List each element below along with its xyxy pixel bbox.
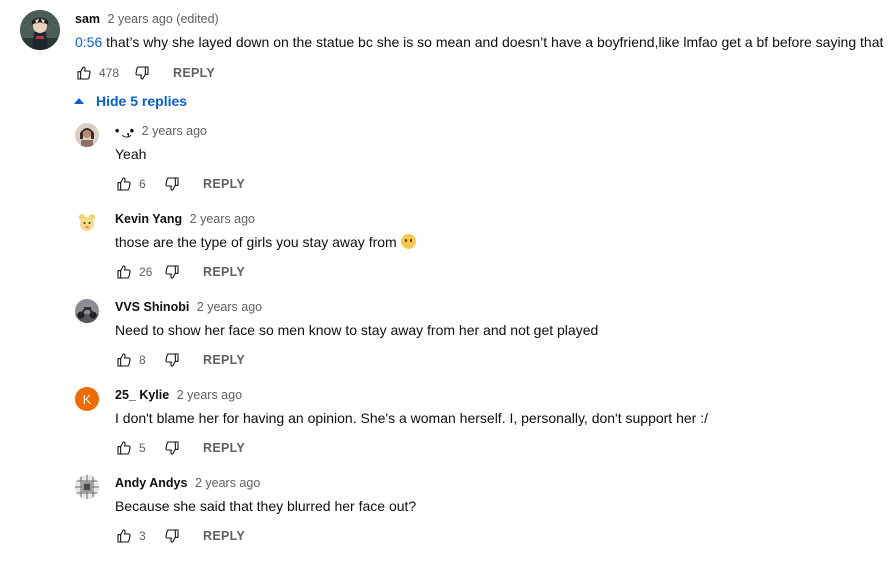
thumbs-up-icon	[117, 265, 131, 279]
reply-actions: 6 REPLY	[115, 172, 885, 196]
dislike-button[interactable]	[163, 351, 181, 369]
reply-actions: 26 REPLY	[115, 260, 885, 284]
video-timestamp-link[interactable]: 0:56	[75, 34, 102, 50]
reply-body: 25_ Kylie 2 years ago I don't blame her …	[115, 387, 885, 460]
reply-body: Kevin Yang 2 years ago those are the typ…	[115, 211, 885, 284]
reply-text: Need to show her face so men know to sta…	[115, 322, 599, 338]
reply-item: VVS Shinobi 2 years ago Need to show her…	[75, 299, 890, 387]
thumbs-down-icon	[165, 529, 179, 543]
caret-up-icon	[74, 98, 84, 104]
thumbs-up-icon	[117, 177, 131, 191]
like-count: 26	[139, 265, 153, 279]
reply-body: • ͜ ,• 2 years ago Yeah 6 REPLY	[115, 123, 885, 196]
comment-body: sam 2 years ago (edited) 0:56 that’s why…	[75, 10, 890, 85]
reply-actions: 3 REPLY	[115, 524, 885, 548]
reply-text: those are the type of girls you stay awa…	[115, 232, 885, 252]
avatar[interactable]	[75, 475, 99, 499]
reply-author[interactable]: 25_ Kylie	[115, 388, 169, 402]
reply-item: K 25_ Kylie 2 years ago I don't blame he…	[75, 387, 890, 475]
avatar[interactable]	[20, 10, 60, 50]
reply-text: I don't blame her for having an opinion.…	[115, 410, 708, 426]
like-button[interactable]	[115, 527, 133, 545]
reply-meta: 25_ Kylie 2 years ago	[115, 386, 885, 404]
reply-button[interactable]: REPLY	[173, 66, 215, 80]
motorcycle-avatar-icon	[75, 299, 99, 323]
reply-meta: Andy Andys 2 years ago	[115, 474, 885, 492]
thumbs-up-icon	[77, 66, 91, 80]
comment-text: 0:56 that’s why she layed down on the st…	[75, 32, 890, 52]
anime-character-avatar-icon	[20, 10, 60, 50]
reply-author[interactable]: VVS Shinobi	[115, 300, 189, 314]
reply-body: Andy Andys 2 years ago Because she said …	[115, 475, 885, 548]
reply-author[interactable]: Kevin Yang	[115, 212, 182, 226]
reply-time[interactable]: 2 years ago	[177, 388, 242, 402]
like-button[interactable]	[115, 439, 133, 457]
hide-replies-label: Hide 5 replies	[96, 93, 188, 109]
reply-button[interactable]: REPLY	[203, 353, 245, 367]
reply-time[interactable]: 2 years ago	[190, 212, 255, 226]
reply-author[interactable]: Andy Andys	[115, 476, 187, 490]
dislike-button[interactable]	[163, 175, 181, 193]
reply-meta: VVS Shinobi 2 years ago	[115, 298, 885, 316]
like-count: 3	[139, 529, 146, 543]
avatar[interactable]	[75, 123, 99, 147]
reply-body: VVS Shinobi 2 years ago Need to show her…	[115, 299, 885, 372]
like-button[interactable]	[115, 263, 133, 281]
reply-meta: • ͜ ,• 2 years ago	[115, 122, 885, 140]
thumbs-up-icon	[117, 529, 131, 543]
thumbs-down-icon	[165, 177, 179, 191]
dislike-button[interactable]	[133, 64, 151, 82]
dislike-button[interactable]	[163, 263, 181, 281]
reply-button[interactable]: REPLY	[203, 441, 245, 455]
reply-text-content: those are the type of girls you stay awa…	[115, 234, 397, 250]
thumbs-up-icon	[117, 441, 131, 455]
avatar[interactable]	[75, 299, 99, 323]
dislike-button[interactable]	[163, 439, 181, 457]
grid-pattern-avatar-icon	[75, 475, 99, 499]
avatar[interactable]: K	[75, 387, 99, 411]
grimacing-face-emoji-icon	[400, 234, 416, 249]
reply-time[interactable]: 2 years ago	[197, 300, 262, 314]
reply-author[interactable]: • ͜ ,•	[115, 124, 134, 138]
reply-actions: 8 REPLY	[115, 348, 885, 372]
reply-item: Andy Andys 2 years ago Because she said …	[75, 475, 890, 563]
comment-time[interactable]: 2 years ago (edited)	[108, 12, 219, 26]
avatar[interactable]	[75, 211, 99, 235]
thumbs-down-icon	[165, 353, 179, 367]
reply-item: Kevin Yang 2 years ago those are the typ…	[75, 211, 890, 299]
reply-text: Yeah	[115, 146, 147, 162]
reply-actions: 5 REPLY	[115, 436, 885, 460]
cartoon-bear-avatar-icon	[75, 211, 99, 235]
like-button[interactable]	[115, 351, 133, 369]
like-count: 6	[139, 177, 146, 191]
reply-button[interactable]: REPLY	[203, 177, 245, 191]
like-count: 8	[139, 353, 146, 367]
reply-item: • ͜ ,• 2 years ago Yeah 6 REPLY	[75, 123, 890, 211]
reply-time[interactable]: 2 years ago	[142, 124, 207, 138]
reply-button[interactable]: REPLY	[203, 265, 245, 279]
reply-text: Because she said that they blurred her f…	[115, 498, 417, 514]
photo-avatar-icon	[75, 123, 99, 147]
comment-text-content: that’s why she layed down on the statue …	[102, 34, 884, 50]
comment-meta: sam 2 years ago (edited)	[75, 10, 890, 28]
like-button[interactable]	[115, 175, 133, 193]
reply-meta: Kevin Yang 2 years ago	[115, 210, 885, 228]
thumbs-down-icon	[135, 66, 149, 80]
like-count: 5	[139, 441, 146, 455]
reply-time[interactable]: 2 years ago	[195, 476, 260, 490]
thumbs-up-icon	[117, 353, 131, 367]
like-count: 478	[99, 66, 120, 80]
thumbs-down-icon	[165, 265, 179, 279]
thumbs-down-icon	[165, 441, 179, 455]
like-button[interactable]	[75, 64, 93, 82]
comment-author[interactable]: sam	[75, 12, 100, 26]
dislike-button[interactable]	[163, 527, 181, 545]
hide-replies-toggle[interactable]: Hide 5 replies	[74, 92, 187, 110]
reply-button[interactable]: REPLY	[203, 529, 245, 543]
comment-actions: 478 REPLY	[75, 61, 890, 85]
